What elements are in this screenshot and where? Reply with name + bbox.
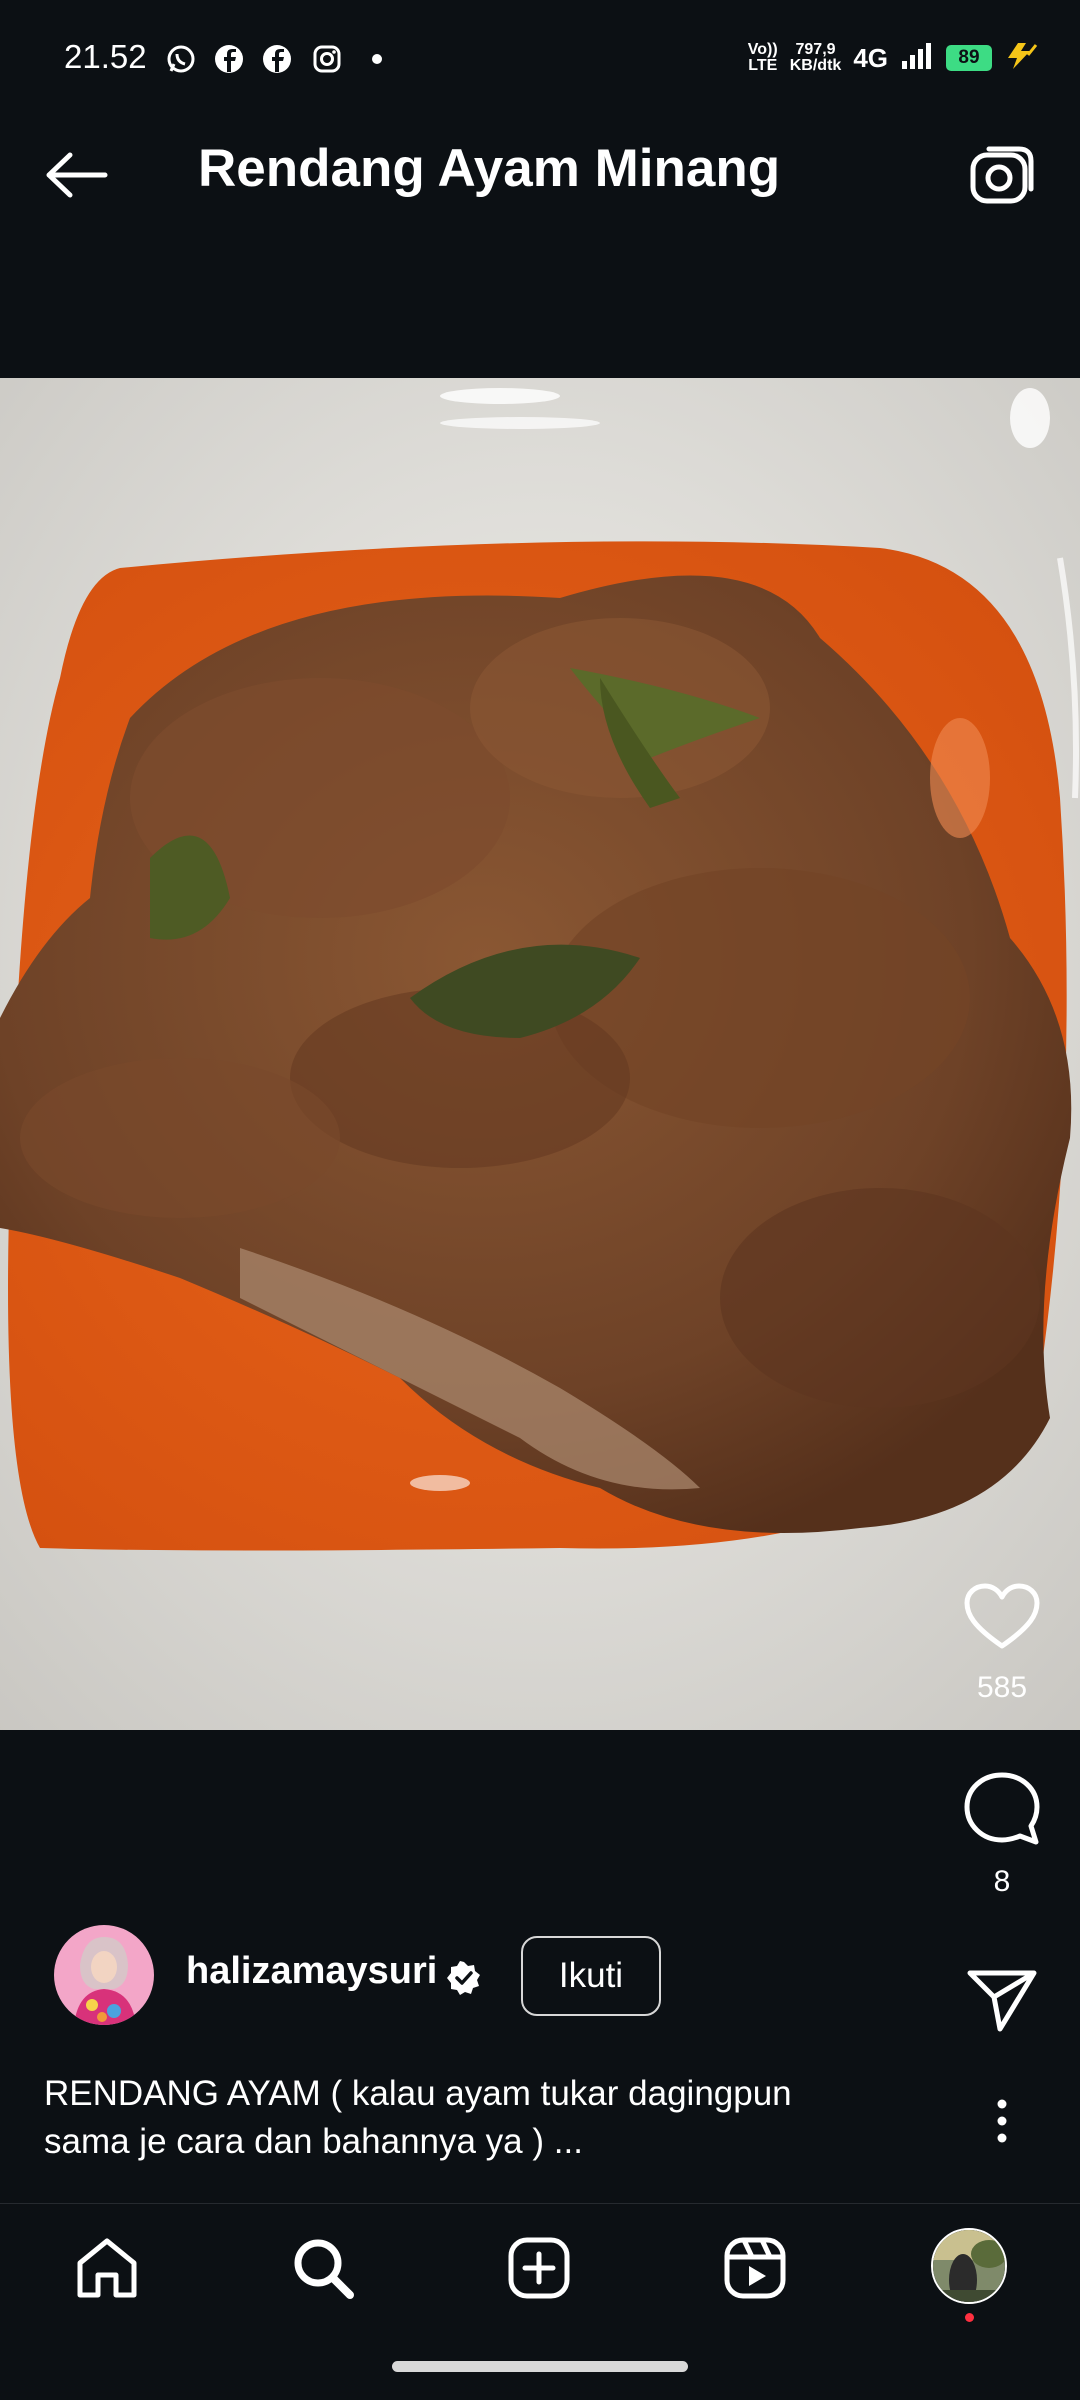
post-photo[interactable] bbox=[0, 378, 1080, 1730]
notification-dot bbox=[965, 2313, 974, 2322]
like-count: 585 bbox=[976, 1671, 1028, 1704]
home-indicator[interactable] bbox=[392, 2361, 688, 2372]
share-button[interactable] bbox=[952, 1960, 1052, 2040]
send-icon bbox=[967, 1970, 1037, 2032]
author-avatar[interactable] bbox=[54, 1925, 154, 2025]
create-icon bbox=[508, 2237, 570, 2299]
back-button[interactable] bbox=[36, 140, 116, 210]
comment-group: 8 bbox=[946, 1770, 1058, 1899]
search-icon bbox=[294, 2239, 354, 2299]
dot-icon bbox=[362, 44, 392, 74]
nav-home[interactable] bbox=[62, 2230, 152, 2306]
comment-count: 8 bbox=[993, 1865, 1011, 1898]
more-options-button[interactable] bbox=[964, 2086, 1040, 2156]
network-speed: 797,9 KB/dtk bbox=[790, 42, 842, 74]
whatsapp-icon bbox=[166, 44, 196, 74]
charging-icon bbox=[1004, 41, 1040, 76]
nav-create[interactable] bbox=[494, 2230, 584, 2306]
camera-icon bbox=[970, 146, 1034, 204]
network-type: 4G bbox=[853, 42, 888, 73]
back-arrow-icon bbox=[46, 152, 108, 198]
volte-indicator: Vo)) LTE bbox=[747, 41, 778, 74]
caption-line-1: RENDANG AYAM ( kalau ayam tukar dagingpu… bbox=[44, 2074, 792, 2113]
page-title: Rendang Ayam Minang bbox=[198, 139, 781, 198]
caption-line-2: sama je cara dan bahannya ya ) ... bbox=[44, 2122, 583, 2161]
battery-indicator: 89 bbox=[946, 45, 992, 71]
facebook-icon bbox=[214, 44, 244, 74]
nav-search[interactable] bbox=[278, 2230, 368, 2306]
reels-icon bbox=[724, 2237, 786, 2299]
home-icon bbox=[77, 2238, 137, 2298]
status-indicators: Vo)) LTE 797,9 KB/dtk 4G 89 bbox=[748, 38, 1040, 78]
like-group: 585 bbox=[946, 1582, 1058, 1705]
speed-value: 797,9 bbox=[795, 41, 836, 58]
status-time: 21.52 bbox=[64, 38, 147, 75]
nav-reels[interactable] bbox=[710, 2230, 800, 2306]
follow-button[interactable]: Ikuti bbox=[521, 1936, 661, 2016]
signal-icon bbox=[900, 41, 934, 76]
verified-badge-icon bbox=[446, 1960, 482, 1996]
comment-button[interactable] bbox=[962, 1770, 1042, 1851]
post-caption[interactable]: RENDANG AYAM ( kalau ayam tukar dagingpu… bbox=[44, 2070, 924, 2166]
like-button[interactable] bbox=[963, 1582, 1041, 1657]
author-username[interactable]: halizamaysuri bbox=[186, 1950, 437, 1993]
more-vertical-icon bbox=[997, 2099, 1007, 2143]
speed-unit: KB/dtk bbox=[789, 57, 842, 74]
heart-icon bbox=[964, 1583, 1040, 1649]
comment-icon bbox=[964, 1772, 1040, 1845]
nav-profile-avatar[interactable] bbox=[931, 2228, 1007, 2304]
camera-button[interactable] bbox=[964, 138, 1040, 214]
instagram-icon bbox=[312, 44, 342, 74]
facebook-icon bbox=[262, 44, 292, 74]
